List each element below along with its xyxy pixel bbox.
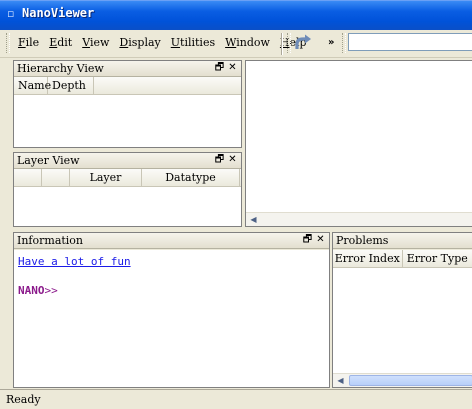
close-icon[interactable]: ✕ — [227, 154, 238, 166]
col-depth[interactable]: Depth — [48, 77, 94, 94]
hierarchy-header: Name Depth — [14, 77, 241, 95]
col-error-index[interactable]: Error Index — [333, 250, 403, 267]
restore-icon[interactable]: 🗗 — [214, 62, 225, 74]
problems-panel: Problems Error Index Error Type ◀ — [332, 232, 472, 388]
col-layer[interactable]: Layer — [70, 169, 142, 186]
restore-icon[interactable]: 🗗 — [302, 234, 313, 246]
prompt-symbol: >> — [44, 284, 58, 297]
redo-button[interactable] — [292, 32, 314, 54]
col-error-type[interactable]: Error Type — [403, 250, 472, 267]
problems-hscrollbar[interactable]: ◀ — [333, 373, 472, 387]
menu-file[interactable]: File — [14, 36, 44, 49]
status-text: Ready — [6, 393, 41, 406]
close-icon[interactable]: ✕ — [315, 234, 326, 246]
prompt-name: NANO — [18, 284, 45, 297]
menu-edit[interactable]: Edit — [44, 36, 77, 49]
menu-grip[interactable] — [6, 33, 10, 53]
problems-header: Error Index Error Type — [333, 250, 472, 268]
information-panel: Information 🗗 ✕ Have a lot of fun NANO>> — [13, 232, 330, 388]
menu-bar: File Edit View Display Utilities Window Help — [14, 30, 312, 54]
information-title: Information — [14, 233, 329, 249]
toolbar-grip[interactable] — [287, 33, 291, 53]
menu-utilities[interactable]: Utilities — [166, 36, 220, 49]
redo-icon — [295, 34, 311, 49]
menu-view[interactable]: View — [77, 36, 114, 49]
close-icon[interactable]: ✕ — [227, 62, 238, 74]
information-console[interactable]: Have a lot of fun NANO>> — [14, 250, 329, 387]
col-color[interactable] — [42, 169, 70, 186]
menu-window[interactable]: Window — [220, 36, 275, 49]
col-name[interactable]: Name — [14, 77, 51, 94]
status-bar: Ready — [0, 389, 472, 409]
scroll-thumb[interactable] — [349, 375, 472, 386]
problems-table[interactable]: Error Index Error Type ◀ — [333, 250, 472, 387]
problems-title: Problems — [333, 233, 472, 249]
command-prompt[interactable]: NANO>> — [18, 284, 58, 297]
scroll-left-icon[interactable]: ◀ — [248, 214, 259, 225]
layer-header: Layer Datatype — [14, 169, 241, 187]
restore-icon[interactable]: 🗗 — [214, 154, 225, 166]
layer-view-title: Layer View — [14, 153, 241, 169]
scroll-left-icon[interactable]: ◀ — [335, 375, 346, 386]
layer-table[interactable]: Layer Datatype — [14, 169, 241, 226]
hierarchy-view-panel: Hierarchy View 🗗 ✕ Name Depth — [13, 60, 242, 148]
col-datatype[interactable]: Datatype — [142, 169, 240, 186]
col-visible[interactable] — [14, 169, 42, 186]
layout-canvas[interactable]: ◀ — [245, 60, 472, 227]
fun-link[interactable]: Have a lot of fun — [18, 255, 131, 268]
hierarchy-view-title: Hierarchy View — [14, 61, 241, 77]
address-grip[interactable] — [342, 33, 346, 53]
layer-view-panel: Layer View 🗗 ✕ Layer Datatype — [13, 152, 242, 227]
command-input[interactable] — [348, 33, 472, 51]
app-icon: ▫ — [7, 7, 15, 20]
toolbar-separator — [281, 33, 283, 55]
window-title: NanoViewer — [22, 6, 95, 20]
canvas-hscrollbar[interactable]: ◀ — [246, 212, 472, 226]
toolbar-overflow-button[interactable]: » — [328, 37, 340, 49]
hierarchy-tree[interactable]: Name Depth — [14, 77, 241, 147]
menu-display[interactable]: Display — [114, 36, 165, 49]
